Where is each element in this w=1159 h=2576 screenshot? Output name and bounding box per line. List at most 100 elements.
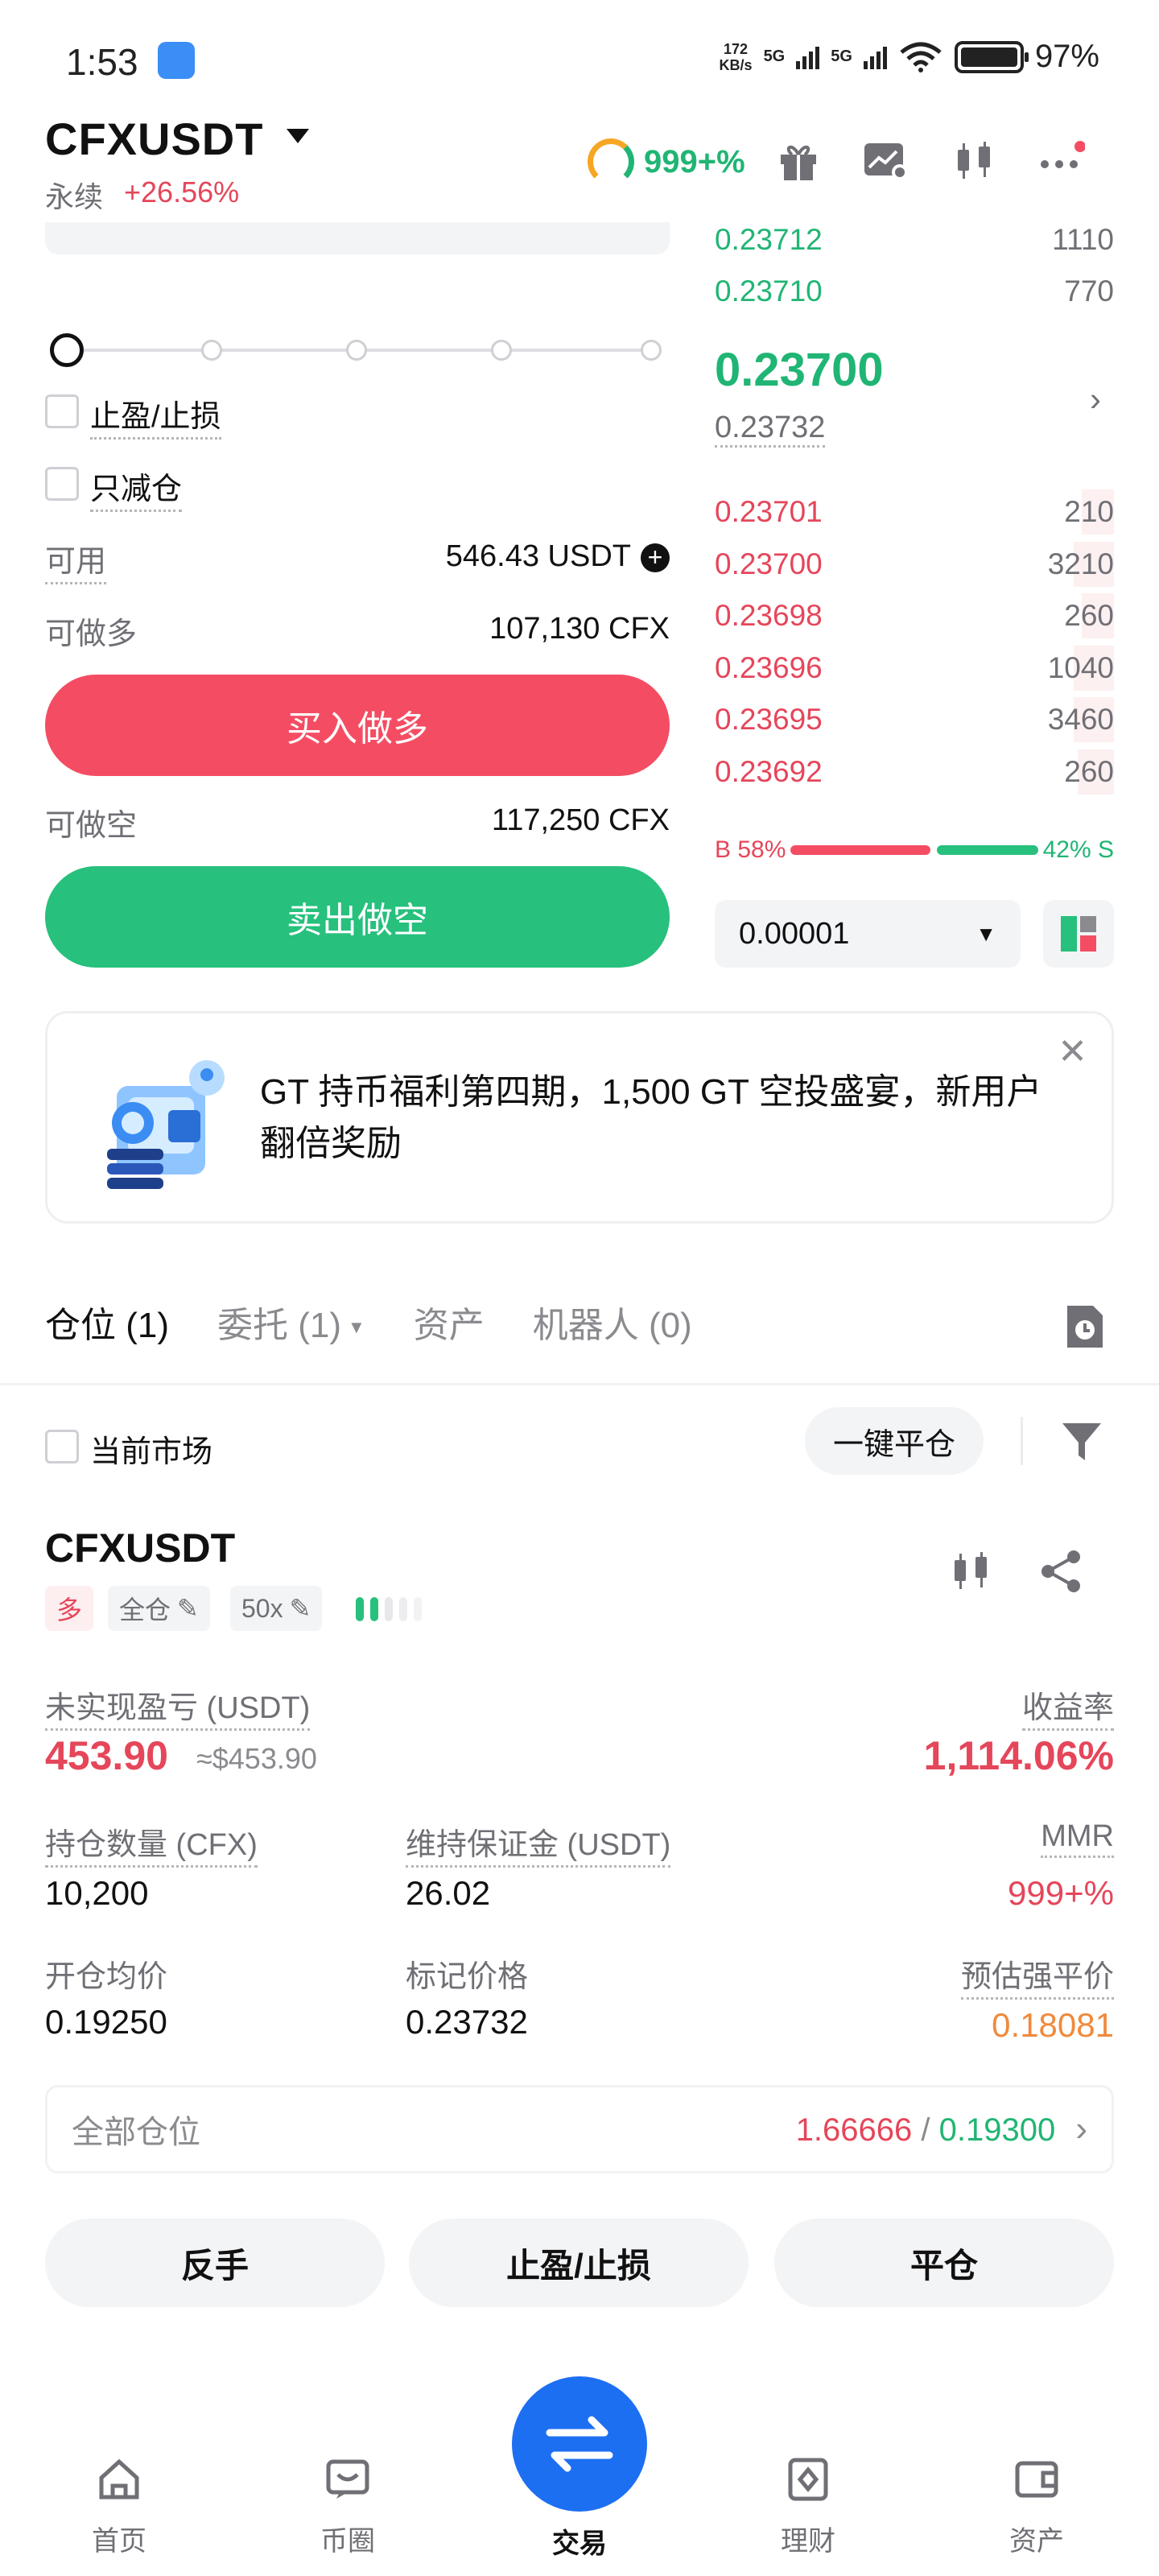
margin-mode-tag[interactable]: 全仓 ✎ xyxy=(108,1586,210,1631)
tab-assets[interactable]: 资产 xyxy=(414,1296,485,1348)
precision-select[interactable]: 0.00001 ▼ xyxy=(715,900,1021,968)
pair-dropdown-icon[interactable] xyxy=(287,129,309,143)
edit-icon: ✎ xyxy=(177,1594,199,1623)
orderbook-ask-row[interactable]: 0.23700 3210 xyxy=(715,539,1114,590)
divider xyxy=(1021,1417,1023,1465)
more-icon[interactable] xyxy=(1035,135,1087,187)
slider-node-100[interactable] xyxy=(641,340,662,361)
risk-indicator[interactable]: 999+% xyxy=(588,138,745,185)
ask-qty: 3460 xyxy=(1047,703,1114,736)
ask-qty: 1040 xyxy=(1047,650,1114,684)
close-icon[interactable]: ✕ xyxy=(1058,1031,1087,1072)
current-market-checkbox[interactable] xyxy=(45,1430,79,1463)
buy-ratio-bar xyxy=(790,845,930,855)
mark-price-label: 标记价格 xyxy=(406,1960,529,1994)
unrealized-pnl-value: 453.90 xyxy=(45,1733,168,1778)
ask-qty: 260 xyxy=(1064,599,1114,632)
liq-price-label: 预估强平价 xyxy=(960,1951,1114,2000)
orderbook-ask-row[interactable]: 0.23692 260 xyxy=(715,746,1114,798)
risk-level-seg xyxy=(399,1597,407,1621)
nav-community[interactable]: 币圈 xyxy=(283,2455,412,2558)
orderbook-ask-row[interactable]: 0.23698 260 xyxy=(715,590,1114,642)
tp-sl-checkbox[interactable] xyxy=(45,394,79,428)
slider-node-50[interactable] xyxy=(346,340,367,361)
slider-handle[interactable] xyxy=(50,333,84,367)
tab-orders[interactable]: 委托 (1) ▼ xyxy=(217,1296,365,1348)
available-value: 546.43 USDT + xyxy=(446,539,670,574)
size-value: 10,200 xyxy=(45,1874,149,1912)
risk-level-seg xyxy=(414,1597,422,1621)
all-positions-summary: 1.66666 / 0.19300 › xyxy=(795,2109,1087,2149)
close-all-button[interactable]: 一键平仓 xyxy=(805,1407,984,1475)
add-funds-icon[interactable]: + xyxy=(641,543,670,572)
close-position-button[interactable]: 平仓 xyxy=(774,2219,1114,2307)
mmr-label: MMR xyxy=(1041,1819,1114,1858)
orderbook-ask-row[interactable]: 0.23695 3460 xyxy=(715,694,1114,745)
leverage-tag[interactable]: 50x ✎ xyxy=(230,1586,323,1631)
roe-label: 收益率 xyxy=(1021,1682,1114,1731)
history-icon[interactable] xyxy=(1062,1302,1107,1355)
gift-icon[interactable] xyxy=(773,135,824,187)
buy-long-button[interactable]: 买入做多 xyxy=(45,675,670,776)
edit-icon: ✎ xyxy=(289,1594,311,1623)
orderbook-row[interactable]: 0.23710 770 xyxy=(715,266,1114,317)
last-price[interactable]: 0.23700 xyxy=(715,343,884,397)
filter-icon[interactable] xyxy=(1059,1418,1104,1468)
mmr-value: 999+% xyxy=(1008,1874,1114,1912)
entry-price-value: 0.19250 xyxy=(45,2003,167,2041)
dropdown-arrow-icon: ▼ xyxy=(975,921,996,946)
nav-assets[interactable]: 资产 xyxy=(972,2455,1101,2558)
orderbook-ask-row[interactable]: 0.23701 210 xyxy=(715,486,1114,538)
gauge-icon xyxy=(588,138,634,185)
community-icon xyxy=(326,2459,369,2499)
amount-input[interactable] xyxy=(45,222,670,254)
signal-label-2: 5G xyxy=(831,47,852,65)
candlestick-icon[interactable] xyxy=(948,135,1000,187)
status-indicators: 172 KB/s 5G 5G 97% xyxy=(720,39,1099,75)
roe-value: 1,114.06% xyxy=(923,1733,1114,1778)
promo-illustration-icon xyxy=(107,1060,225,1189)
ask-price: 0.23692 xyxy=(715,754,823,788)
entry-price-label: 开仓均价 xyxy=(45,1960,168,1994)
all-positions-row[interactable]: 全部仓位 1.66666 / 0.19300 › xyxy=(45,2085,1114,2174)
position-pair[interactable]: CFXUSDT xyxy=(45,1525,235,1571)
orderbook-ask-row[interactable]: 0.23696 1040 xyxy=(715,642,1114,694)
current-market-label: 当前市场 xyxy=(90,1435,213,1469)
unrealized-pnl-usd: ≈$453.90 xyxy=(196,1742,317,1775)
unrealized-pnl-label: 未实现盈亏 (USDT) xyxy=(45,1682,311,1731)
signal-label-1: 5G xyxy=(763,47,786,65)
pair-title[interactable]: CFXUSDT xyxy=(45,113,263,165)
sell-short-button[interactable]: 卖出做空 xyxy=(45,866,670,968)
position-tabs: 仓位 (1) 委托 (1) ▼ 资产 机器人 (0) xyxy=(45,1296,692,1348)
reduce-only-checkbox[interactable] xyxy=(45,467,79,501)
buy-ratio: B 58% xyxy=(715,836,786,863)
orderbook-row[interactable]: 0.23712 1110 xyxy=(715,214,1114,266)
nav-trade[interactable]: 交易 xyxy=(515,2521,644,2561)
position-chart-icon[interactable] xyxy=(948,1549,993,1598)
net-speed: 172 KB/s xyxy=(719,40,753,73)
nav-earn[interactable]: 理财 xyxy=(744,2455,872,2558)
side-tag: 多 xyxy=(45,1586,94,1631)
notification-app-icon xyxy=(158,42,195,79)
contract-type: 永续 xyxy=(45,180,104,213)
slider-node-75[interactable] xyxy=(491,340,512,361)
slider-node-25[interactable] xyxy=(201,340,222,361)
nav-home[interactable]: 首页 xyxy=(55,2455,184,2558)
tab-positions[interactable]: 仓位 (1) xyxy=(45,1296,169,1348)
tp-sl-button[interactable]: 止盈/止损 xyxy=(409,2219,749,2307)
tabs-divider xyxy=(0,1383,1159,1385)
risk-value: 999+% xyxy=(644,143,745,180)
can-long-value: 107,130 CFX xyxy=(489,612,670,646)
chevron-right-icon[interactable]: › xyxy=(1090,380,1101,419)
chart-settings-icon[interactable] xyxy=(860,135,911,187)
price-change: +26.56% xyxy=(124,175,240,208)
reverse-button[interactable]: 反手 xyxy=(45,2219,385,2307)
ask-price: 0.23695 xyxy=(715,703,823,736)
can-long-label: 可做多 xyxy=(45,617,138,651)
risk-level-seg xyxy=(370,1597,378,1621)
share-icon[interactable] xyxy=(1038,1549,1083,1598)
tab-bots[interactable]: 机器人 (0) xyxy=(533,1296,692,1348)
trade-fab-button[interactable] xyxy=(512,2376,647,2512)
orderbook-layout-button[interactable] xyxy=(1043,900,1114,968)
promo-banner[interactable]: GT 持币福利第四期，1,500 GT 空投盛宴，新用户翻倍奖励 ✕ xyxy=(45,1011,1114,1224)
